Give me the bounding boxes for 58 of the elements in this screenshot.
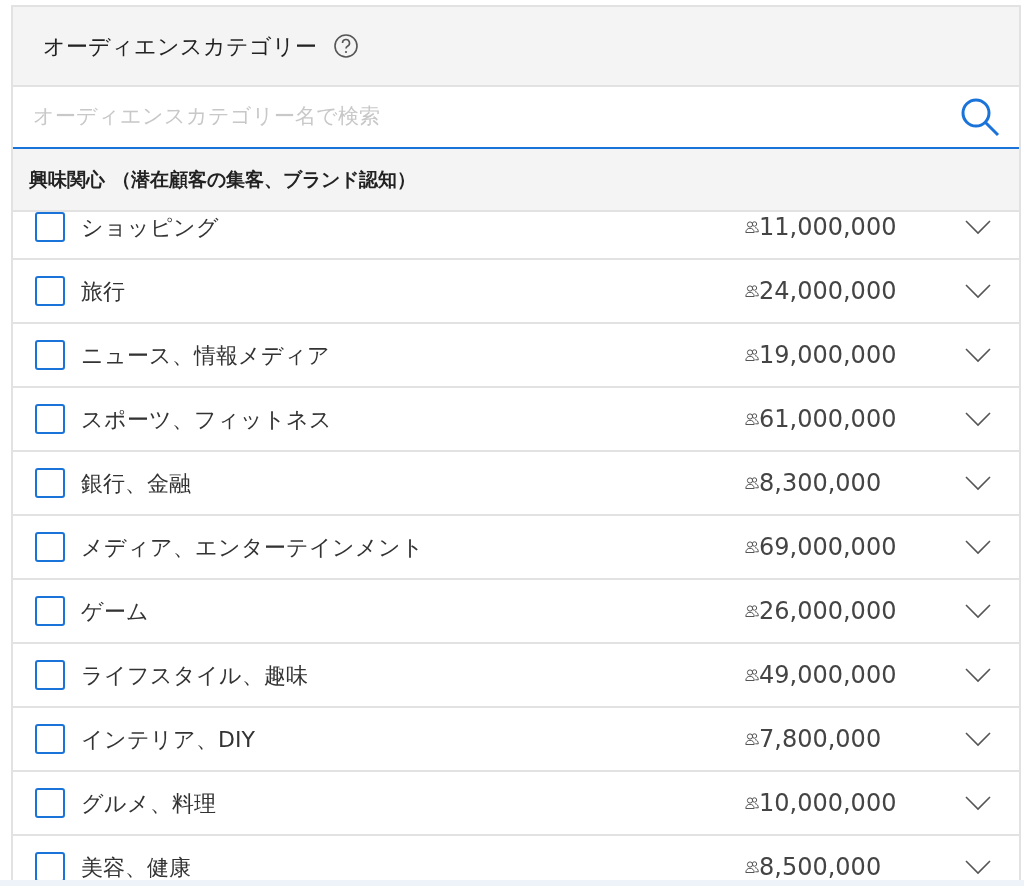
- audience-count: 11,000,000: [759, 212, 897, 243]
- audience-count: 10,000,000: [759, 788, 897, 819]
- category-name: 旅行: [81, 277, 126, 306]
- people-icon: [745, 668, 759, 682]
- audience-count: 24,000,000: [759, 276, 897, 307]
- chevron-icon[interactable]: [965, 731, 991, 747]
- people-icon: [745, 796, 759, 810]
- audience-count: 7,800,000: [759, 724, 882, 755]
- chevron-icon[interactable]: [965, 795, 991, 811]
- checkbox[interactable]: [35, 788, 65, 818]
- audience-count: 26,000,000: [759, 596, 897, 627]
- category-name: グルメ、料理: [81, 789, 217, 818]
- category-name: 美容、健康: [81, 853, 192, 880]
- chevron-icon[interactable]: [965, 539, 991, 555]
- people-icon: [745, 540, 759, 554]
- people-icon: [745, 604, 759, 618]
- people-icon: [745, 860, 759, 874]
- checkbox[interactable]: [35, 596, 65, 626]
- category-name: ショッピング: [81, 213, 220, 242]
- checkbox[interactable]: [35, 532, 65, 562]
- people-icon: [745, 412, 759, 426]
- audience-count: 61,000,000: [759, 404, 897, 435]
- category-name: スポーツ、フィットネス: [81, 405, 333, 434]
- people-icon: [745, 348, 759, 362]
- section-header: 興味関心 （潜在顧客の集客、ブランド認知）: [13, 149, 1019, 212]
- category-name: インテリア、DIY: [81, 725, 256, 754]
- help-icon[interactable]: [333, 33, 359, 59]
- category-name: メディア、エンターテインメント: [81, 533, 425, 562]
- audience-count: 8,300,000: [759, 468, 882, 499]
- chevron-icon[interactable]: [965, 859, 991, 875]
- category-name: ゲーム: [81, 597, 150, 626]
- audience-count: 19,000,000: [759, 340, 897, 371]
- category-name: ライフスタイル、趣味: [81, 661, 309, 690]
- people-icon: [745, 284, 759, 298]
- chevron-icon[interactable]: [965, 411, 991, 427]
- people-icon: [745, 476, 759, 490]
- search-icon[interactable]: [959, 96, 1001, 138]
- checkbox[interactable]: [35, 404, 65, 434]
- audience-count: 49,000,000: [759, 660, 897, 691]
- checkbox[interactable]: [35, 468, 65, 498]
- panel-title: オーディエンスカテゴリー: [43, 32, 317, 61]
- chevron-icon[interactable]: [965, 475, 991, 491]
- chevron-icon[interactable]: [965, 667, 991, 683]
- checkbox[interactable]: [35, 660, 65, 690]
- checkbox[interactable]: [35, 340, 65, 370]
- chevron-icon[interactable]: [965, 283, 991, 299]
- category-name: 銀行、金融: [81, 469, 192, 498]
- checkbox[interactable]: [35, 724, 65, 754]
- audience-count: 69,000,000: [759, 532, 897, 563]
- checkbox[interactable]: [35, 212, 65, 242]
- category-name: ニュース、情報メディア: [81, 341, 331, 370]
- chevron-icon[interactable]: [965, 219, 991, 235]
- chevron-icon[interactable]: [965, 603, 991, 619]
- people-icon: [745, 220, 759, 234]
- checkbox[interactable]: [35, 276, 65, 306]
- people-icon: [745, 732, 759, 746]
- audience-count: 8,500,000: [759, 852, 882, 880]
- chevron-icon[interactable]: [965, 347, 991, 363]
